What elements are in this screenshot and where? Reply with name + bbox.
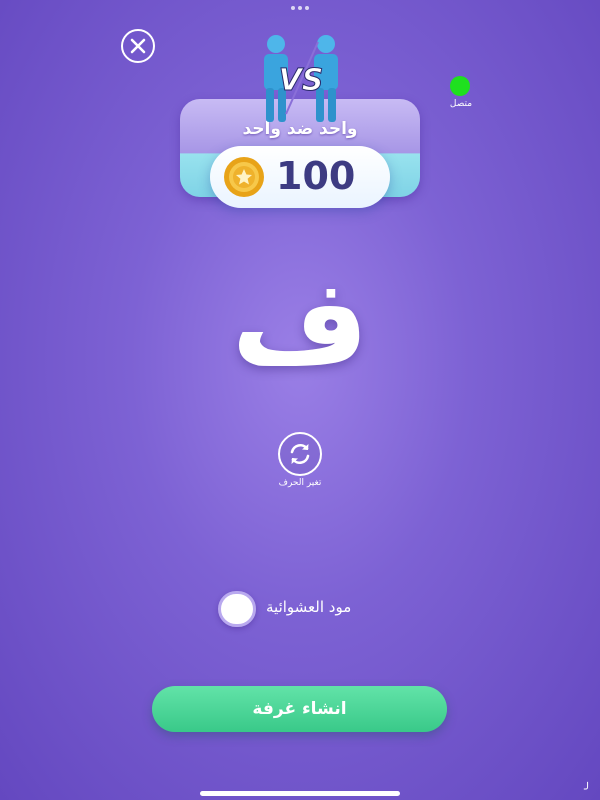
entry-cost-pill: 100 (210, 146, 390, 208)
refresh-icon (290, 443, 310, 465)
change-letter-button[interactable] (278, 432, 322, 476)
home-indicator (200, 791, 400, 796)
vs-text: VS (279, 63, 324, 98)
entry-cost-value: 100 (276, 154, 356, 198)
window-handle (291, 6, 309, 10)
online-status-dot (450, 76, 470, 96)
current-letter: ف (231, 253, 369, 391)
close-button[interactable] (121, 29, 155, 63)
random-mode-toggle[interactable] (218, 591, 256, 627)
online-status-label: متصل (449, 99, 473, 109)
coin-icon (224, 157, 264, 197)
corner-resize-icon: ╯ (584, 782, 592, 796)
change-letter-label: تغير الحرف (278, 478, 322, 488)
random-mode-label: مود العشوائية (266, 598, 352, 616)
create-room-button[interactable]: انشاء غرفة (152, 686, 447, 732)
versus-players-icon: VS (264, 35, 338, 122)
close-icon (130, 38, 146, 54)
